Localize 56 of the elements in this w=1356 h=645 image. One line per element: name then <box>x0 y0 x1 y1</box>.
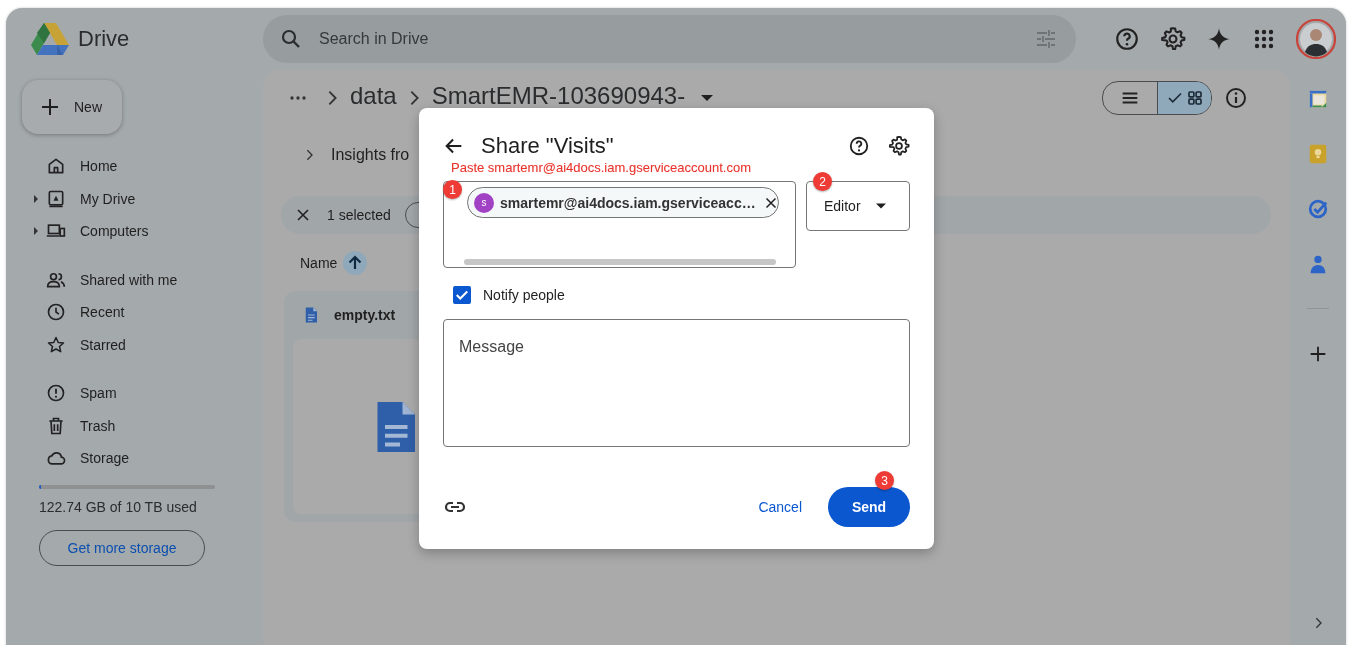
message-field[interactable]: Message <box>443 319 910 447</box>
selection-count: 1 selected <box>327 207 391 223</box>
annotation-text: Paste smartemr@ai4docs.iam.gserviceaccount.com <box>451 160 752 175</box>
view-toggle[interactable] <box>1102 81 1212 115</box>
cancel-button[interactable]: Cancel <box>758 491 802 523</box>
drive-icon <box>46 188 66 209</box>
sort-label[interactable]: Name <box>300 255 338 271</box>
recipient-email: smartemr@ai4docs.iam.gserviceacc… <box>500 194 756 211</box>
drive-logo-icon <box>30 21 70 57</box>
insights-title[interactable]: Insights fro <box>331 146 410 164</box>
chevron-icon <box>328 90 337 106</box>
caret-icon <box>32 193 40 204</box>
info-icon[interactable] <box>1224 86 1248 110</box>
step-badge: 1 <box>443 180 462 199</box>
notify-label[interactable]: Notify people <box>483 287 565 303</box>
chevron-icon <box>409 90 419 106</box>
star-icon <box>46 334 66 355</box>
caret-icon <box>32 226 40 237</box>
settings-icon[interactable] <box>1160 26 1186 52</box>
clock-icon <box>46 302 66 323</box>
alert-icon <box>46 383 66 404</box>
nav-item[interactable]: Starred <box>6 328 263 361</box>
nav-item[interactable]: Trash <box>6 409 263 442</box>
file-name: empty.txt <box>334 307 396 323</box>
help-icon[interactable] <box>1114 26 1140 52</box>
nav-item[interactable]: Computers <box>6 215 263 248</box>
grid-icon <box>1185 89 1204 107</box>
help-icon[interactable] <box>848 135 870 157</box>
recipient-avatar: s <box>474 192 494 213</box>
send-button[interactable]: Send <box>828 487 910 527</box>
nav-item[interactable]: Shared with me <box>6 263 263 296</box>
dialog-title: Share "Visits" <box>481 133 614 159</box>
nav-item[interactable]: Home <box>6 150 263 183</box>
grid-view-button[interactable] <box>1157 82 1211 114</box>
search-field[interactable]: Search in Drive <box>319 30 1018 48</box>
search-bar[interactable]: Search in Drive <box>263 15 1076 63</box>
step-badge: 3 <box>875 471 894 490</box>
trash-icon <box>46 415 66 436</box>
apps-icon[interactable] <box>1252 27 1276 51</box>
settings-icon[interactable] <box>888 135 910 157</box>
storage-text: 122.74 GB of 10 TB used <box>39 498 198 515</box>
sliders-icon[interactable] <box>1034 27 1058 51</box>
breadcrumb-item[interactable]: data <box>350 85 397 107</box>
calendar-icon[interactable] <box>1307 88 1329 110</box>
new-button[interactable]: New <box>22 80 122 134</box>
nav-item[interactable]: Spam <box>6 377 263 410</box>
nav-item[interactable]: Recent <box>6 296 263 329</box>
avatar-icon[interactable] <box>1296 19 1336 59</box>
recipient-chip[interactable]: s smartemr@ai4docs.iam.gserviceacc… <box>467 187 779 218</box>
scrollbar[interactable] <box>464 259 776 265</box>
nav-item[interactable]: My Drive <box>6 182 263 215</box>
nav-item[interactable]: Storage <box>6 442 263 475</box>
home-icon <box>46 156 66 177</box>
breadcrumb-item[interactable]: SmartEMR-103690943- <box>431 85 686 107</box>
notify-checkbox[interactable] <box>453 286 471 304</box>
app-title: Drive <box>78 26 130 52</box>
